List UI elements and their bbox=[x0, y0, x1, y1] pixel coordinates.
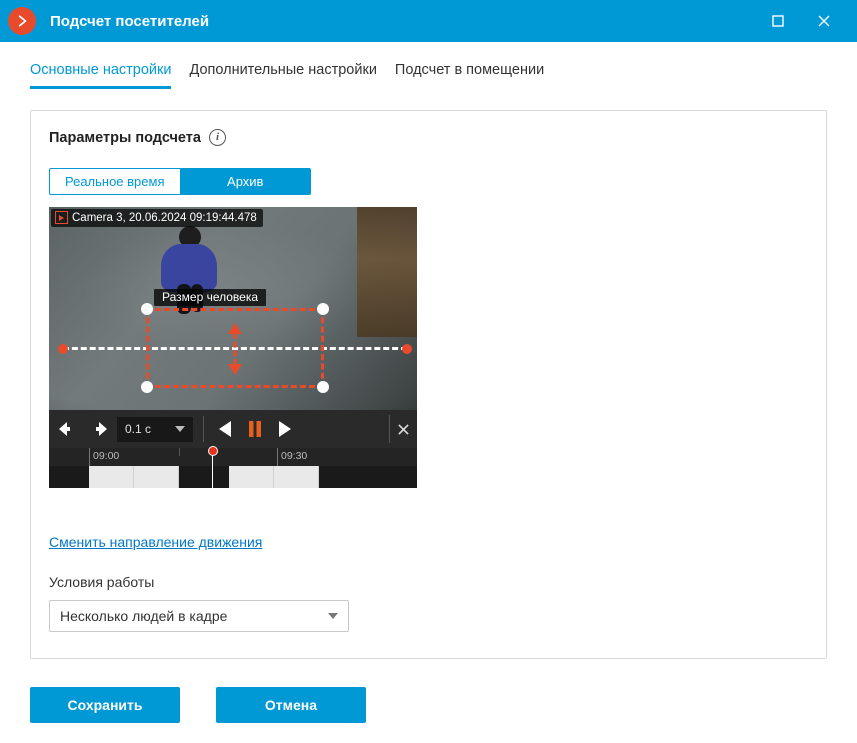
chevron-down-icon bbox=[175, 424, 185, 434]
chevron-down-icon bbox=[328, 611, 338, 621]
person-size-label: Размер человека bbox=[154, 289, 266, 306]
close-player-button[interactable] bbox=[389, 415, 417, 443]
line-handle-left[interactable] bbox=[58, 344, 68, 354]
thumbnail[interactable] bbox=[274, 466, 319, 488]
thumbnail[interactable] bbox=[134, 466, 179, 488]
timeline-tick-2: 09:30 bbox=[277, 448, 307, 466]
box-corner-tr[interactable] bbox=[317, 303, 329, 315]
app-logo-icon bbox=[8, 7, 36, 35]
video-player: Camera 3, 20.06.2024 09:19:44.478 Размер… bbox=[49, 207, 417, 488]
source-segment: Реальное время Архив bbox=[49, 168, 311, 195]
conditions-value: Несколько людей в кадре bbox=[60, 608, 227, 624]
pause-button[interactable] bbox=[242, 416, 268, 442]
box-corner-bl[interactable] bbox=[141, 381, 153, 393]
change-direction-link[interactable]: Сменить направление движения bbox=[49, 534, 262, 550]
timeline[interactable]: 09:00 09:30 bbox=[49, 448, 417, 466]
video-frame[interactable]: Camera 3, 20.06.2024 09:19:44.478 Размер… bbox=[49, 207, 417, 410]
thumbnail[interactable] bbox=[229, 466, 274, 488]
tab-advanced-settings[interactable]: Дополнительные настройки bbox=[189, 62, 376, 89]
camera-timestamp-text: Camera 3, 20.06.2024 09:19:44.478 bbox=[72, 212, 257, 224]
save-button[interactable]: Сохранить bbox=[30, 687, 180, 723]
tab-basic-settings[interactable]: Основные настройки bbox=[30, 62, 171, 89]
tab-room-counting[interactable]: Подсчет в помещении bbox=[395, 62, 544, 89]
thumbnail[interactable] bbox=[89, 466, 134, 488]
background-boxes bbox=[357, 207, 417, 337]
direction-arrow-icon bbox=[227, 323, 243, 375]
speed-value: 0.1 c bbox=[125, 422, 151, 436]
record-icon bbox=[55, 211, 68, 224]
box-corner-tl[interactable] bbox=[141, 303, 153, 315]
playhead[interactable] bbox=[208, 446, 218, 456]
play-forward-button[interactable] bbox=[272, 416, 298, 442]
conditions-label: Условия работы bbox=[49, 574, 808, 590]
segment-realtime[interactable]: Реальное время bbox=[49, 168, 180, 195]
maximize-button[interactable] bbox=[755, 0, 801, 42]
tab-bar: Основные настройки Дополнительные настро… bbox=[0, 42, 857, 90]
segment-archive[interactable]: Архив bbox=[180, 168, 312, 195]
titlebar: Подсчет посетителей bbox=[0, 0, 857, 42]
close-button[interactable] bbox=[801, 0, 847, 42]
conditions-select[interactable]: Несколько людей в кадре bbox=[49, 600, 349, 632]
play-back-button[interactable] bbox=[212, 416, 238, 442]
step-forward-button[interactable] bbox=[85, 416, 111, 442]
separator bbox=[203, 416, 204, 442]
camera-timestamp-overlay: Camera 3, 20.06.2024 09:19:44.478 bbox=[51, 209, 263, 227]
playhead-line bbox=[212, 452, 213, 488]
timeline-tick-1: 09:00 bbox=[89, 448, 119, 466]
speed-selector[interactable]: 0.1 c bbox=[117, 417, 193, 442]
panel-heading: Параметры подсчета bbox=[49, 130, 201, 146]
thumbnail-strip[interactable] bbox=[49, 466, 417, 488]
counting-parameters-panel: Параметры подсчета i Реальное время Архи… bbox=[30, 110, 827, 659]
step-back-button[interactable] bbox=[55, 416, 81, 442]
cancel-button[interactable]: Отмена bbox=[216, 687, 366, 723]
info-icon[interactable]: i bbox=[209, 129, 226, 146]
line-handle-right[interactable] bbox=[402, 344, 412, 354]
window-title: Подсчет посетителей bbox=[50, 13, 755, 30]
player-controls: 0.1 c bbox=[49, 410, 417, 448]
box-corner-br[interactable] bbox=[317, 381, 329, 393]
timeline-tick-minor bbox=[179, 448, 183, 456]
close-icon bbox=[398, 424, 409, 435]
